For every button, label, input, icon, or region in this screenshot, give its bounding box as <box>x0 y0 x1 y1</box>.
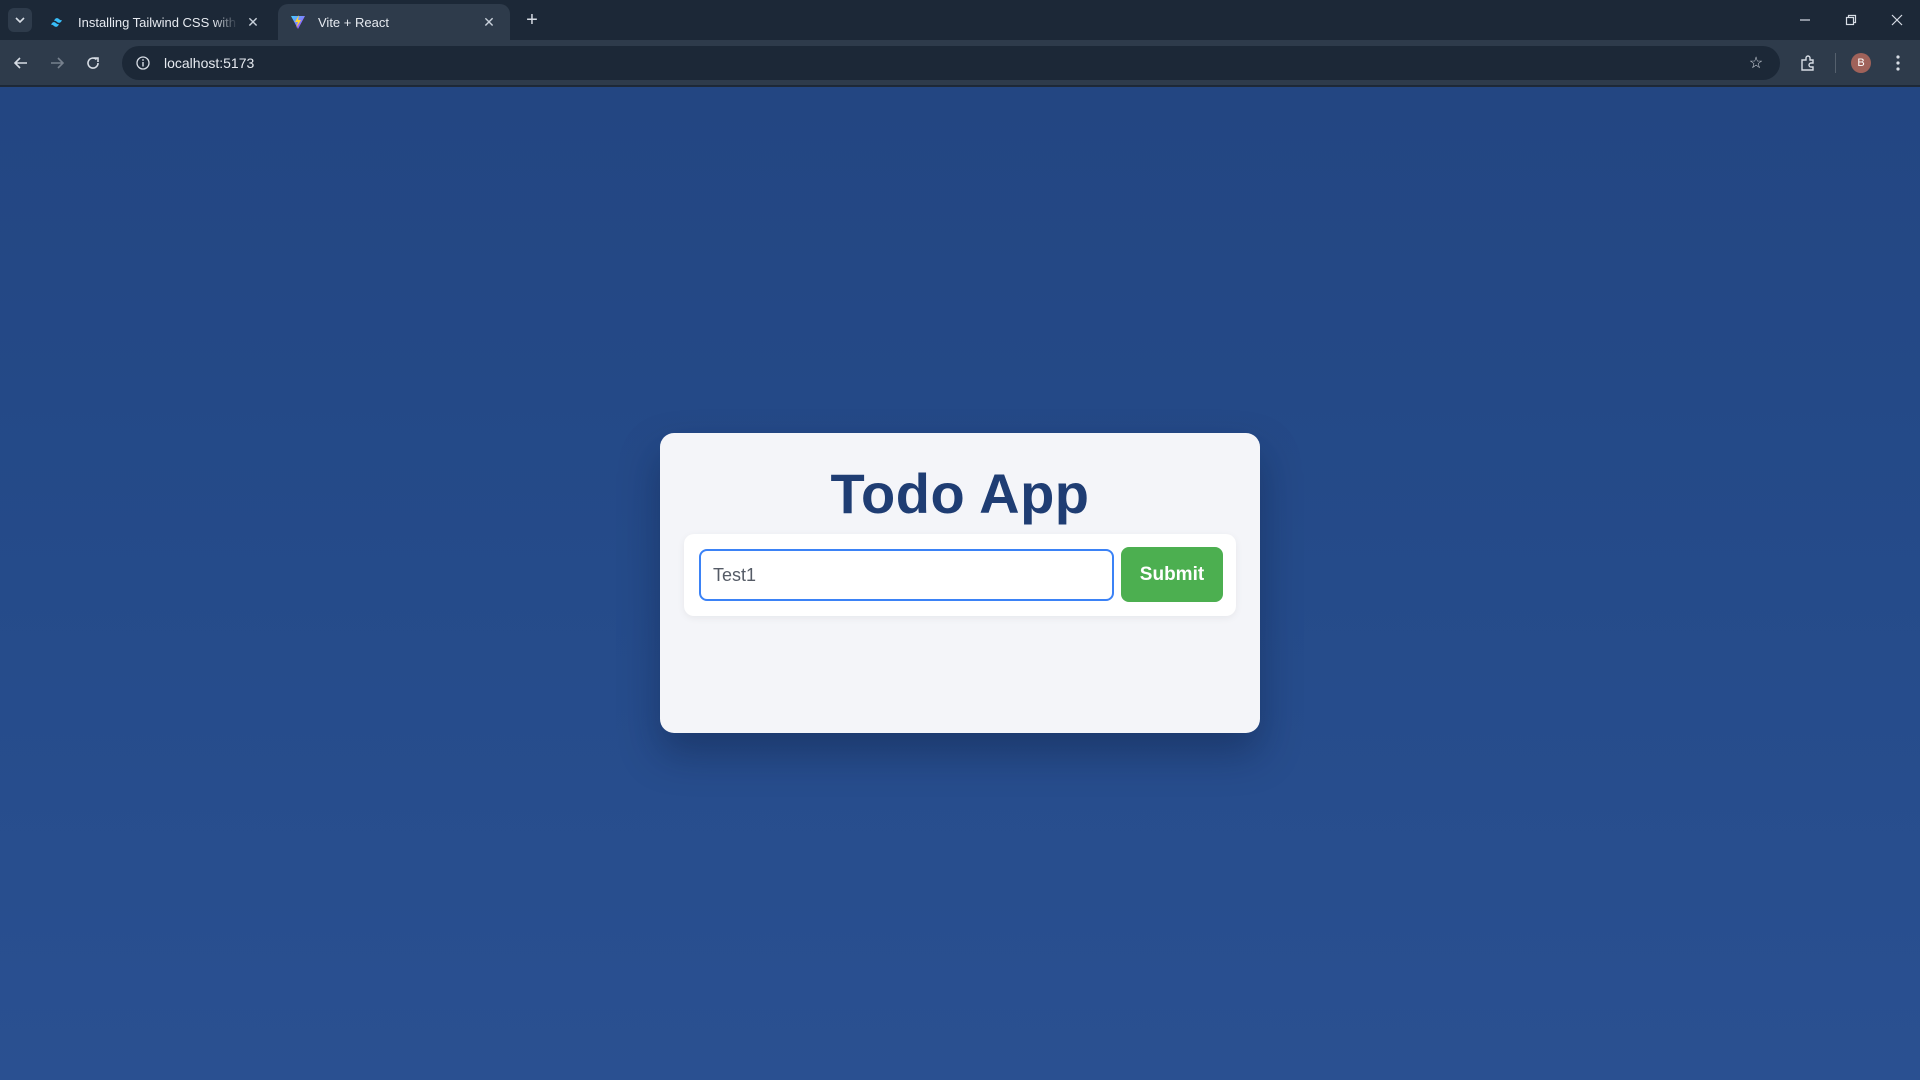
page-viewport: Todo App Submit <box>0 87 1920 1080</box>
back-icon[interactable] <box>8 50 34 76</box>
chevron-down-icon <box>15 17 25 24</box>
profile-avatar[interactable]: B <box>1851 53 1871 73</box>
address-bar[interactable]: localhost:5173 ☆ <box>122 46 1780 80</box>
address-text: localhost:5173 <box>164 55 255 71</box>
tailwind-icon <box>50 14 66 30</box>
page-title: Todo App <box>830 462 1090 525</box>
minimize-icon[interactable] <box>1782 0 1828 40</box>
todo-card: Todo App Submit <box>660 433 1260 733</box>
bookmark-star-icon[interactable]: ☆ <box>1746 53 1766 73</box>
close-icon[interactable]: ✕ <box>244 13 262 31</box>
browser-toolbar: localhost:5173 ☆ <box>0 40 1920 86</box>
tab-search-button[interactable] <box>8 8 32 32</box>
more-menu-icon[interactable] <box>1885 50 1911 76</box>
forward-icon[interactable] <box>44 50 70 76</box>
todo-form: Submit <box>684 534 1236 616</box>
tab-tailwind[interactable]: Installing Tailwind CSS with Vite ✕ <box>38 4 274 40</box>
tab-strip: Installing Tailwind CSS with Vite ✕ Vite… <box>0 0 1920 40</box>
tab-title: Installing Tailwind CSS with Vite <box>78 14 238 30</box>
close-icon[interactable]: ✕ <box>480 13 498 31</box>
reload-icon[interactable] <box>80 50 106 76</box>
submit-button[interactable]: Submit <box>1121 547 1223 602</box>
new-tab-button[interactable]: + <box>520 8 544 32</box>
close-window-icon[interactable] <box>1874 0 1920 40</box>
tab-title: Vite + React <box>318 14 389 30</box>
window-controls <box>1782 0 1920 40</box>
toolbar-divider <box>1835 53 1836 73</box>
site-info-icon[interactable] <box>134 54 152 72</box>
tab-vite-react[interactable]: Vite + React ✕ <box>278 4 510 40</box>
todo-input[interactable] <box>699 549 1114 601</box>
restore-icon[interactable] <box>1828 0 1874 40</box>
extensions-icon[interactable] <box>1795 50 1821 76</box>
vite-icon <box>290 14 306 30</box>
